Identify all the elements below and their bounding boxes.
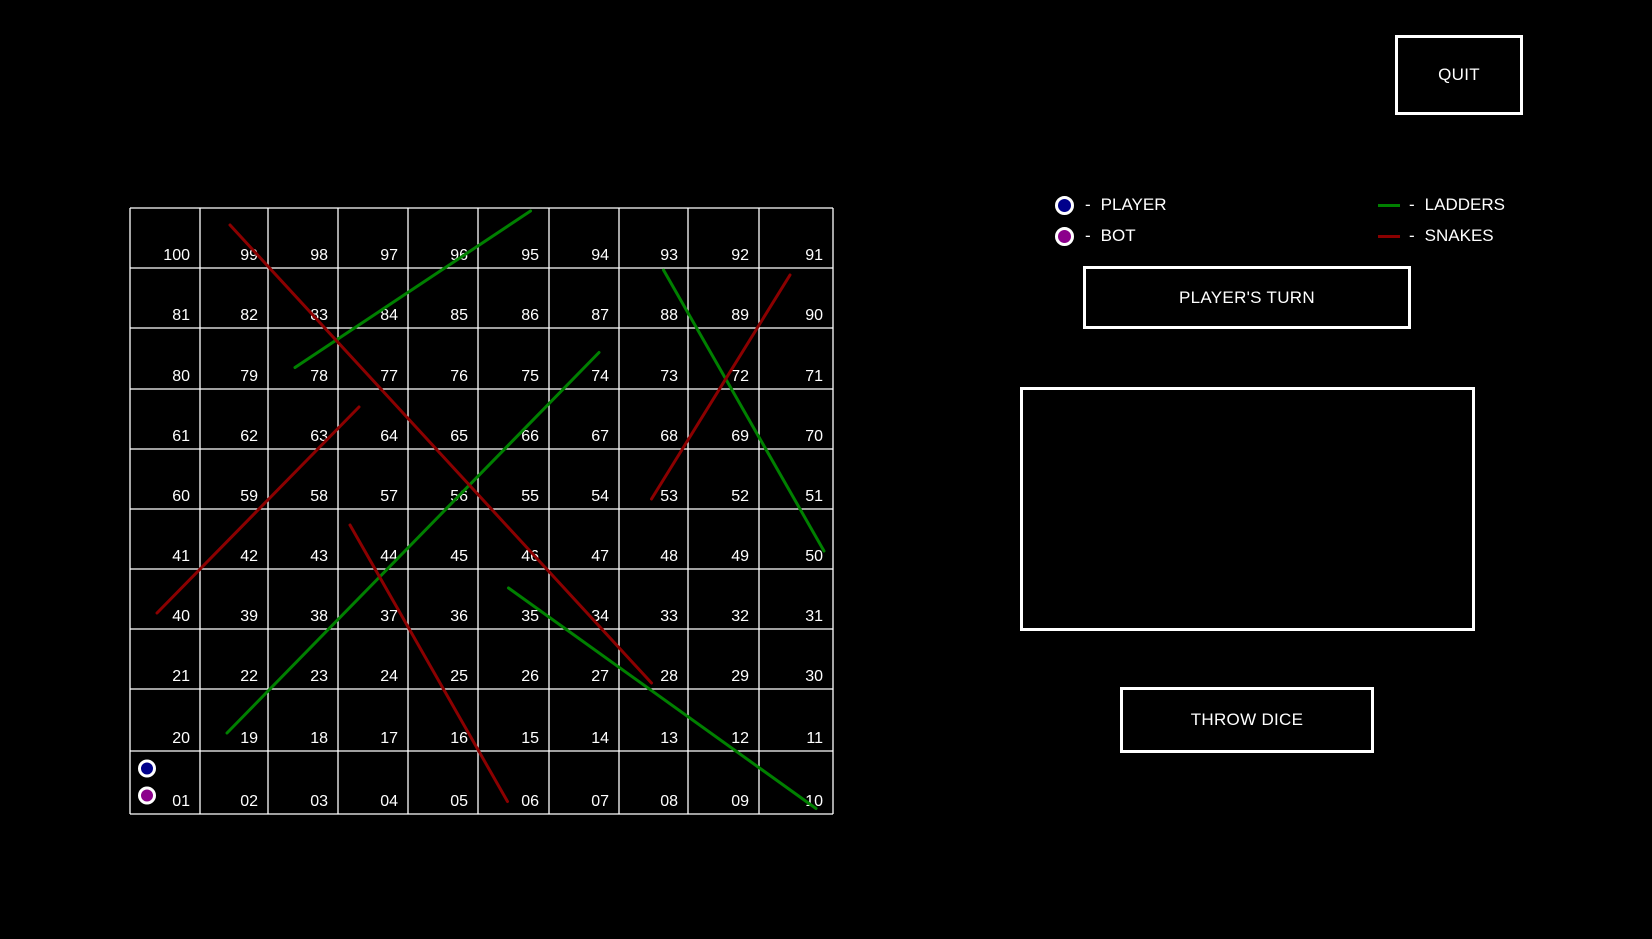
cell-number: 17	[380, 730, 398, 747]
cell-number: 79	[240, 368, 258, 385]
cell-number: 02	[240, 793, 258, 810]
cell-number: 81	[172, 307, 190, 324]
cell-number: 64	[380, 428, 398, 445]
cell-number: 68	[660, 428, 678, 445]
cell-number: 100	[163, 247, 190, 264]
game-board: 100 99 98 97 96 95 94 93 92 9181 82 83 84 85 86 87 88 89 9…	[129, 207, 834, 815]
cell-number: 32	[731, 608, 749, 625]
cell-number: 65	[450, 428, 468, 445]
cell-number: 29	[731, 668, 749, 685]
cell-number: 21	[172, 668, 190, 685]
cell-number: 50	[805, 548, 823, 565]
ladder-line	[293, 209, 532, 369]
cell-number: 58	[310, 488, 328, 505]
cell-number: 28	[660, 668, 678, 685]
cell-number: 86	[521, 307, 539, 324]
cell-number: 59	[240, 488, 258, 505]
cell-number: 91	[805, 247, 823, 264]
cell-number: 09	[731, 793, 749, 810]
cell-number: 30	[805, 668, 823, 685]
cell-number: 35	[521, 608, 539, 625]
cell-number: 20	[172, 730, 190, 747]
snake-line	[348, 523, 509, 803]
cell-number: 87	[591, 307, 609, 324]
cell-number: 40	[172, 608, 190, 625]
cell-number: 11	[806, 730, 823, 747]
cell-number: 89	[731, 307, 749, 324]
cell-number: 94	[591, 247, 609, 264]
cell-number: 54	[591, 488, 609, 505]
cell-number: 36	[450, 608, 468, 625]
cell-number: 06	[521, 793, 539, 810]
cell-number: 24	[380, 668, 398, 685]
snake-line	[228, 223, 653, 685]
cell-number: 07	[591, 793, 609, 810]
cell-number: 61	[172, 428, 190, 445]
cell-number: 70	[805, 428, 823, 445]
cell-number: 60	[172, 488, 190, 505]
cell-number: 03	[310, 793, 328, 810]
cell-number: 97	[380, 247, 398, 264]
player-token	[138, 759, 156, 778]
cell-number: 74	[591, 368, 609, 385]
cell-number: 90	[805, 307, 823, 324]
cell-number: 42	[240, 548, 258, 565]
cell-number: 53	[660, 488, 678, 505]
ladder-line	[225, 351, 601, 735]
cell-number: 14	[591, 730, 609, 747]
cell-number: 15	[521, 730, 539, 747]
cell-number: 48	[660, 548, 678, 565]
cell-number: 71	[805, 368, 823, 385]
cell-number: 04	[380, 793, 398, 810]
cell-number: 23	[310, 668, 328, 685]
cell-number: 95	[521, 247, 539, 264]
cell-number: 93	[660, 247, 678, 264]
cell-number: 37	[380, 608, 398, 625]
cell-number: 80	[172, 368, 190, 385]
cell-number: 51	[805, 488, 823, 505]
cell-number: 73	[660, 368, 678, 385]
cell-number: 45	[450, 548, 468, 565]
cell-number: 69	[731, 428, 749, 445]
cell-number: 16	[450, 730, 468, 747]
cell-number: 25	[450, 668, 468, 685]
cell-number: 82	[240, 307, 258, 324]
cell-number: 77	[380, 368, 398, 385]
cell-number: 98	[310, 247, 328, 264]
cell-number: 08	[660, 793, 678, 810]
cell-number: 52	[731, 488, 749, 505]
cell-number: 12	[731, 730, 749, 747]
cell-number: 33	[660, 608, 678, 625]
cell-number: 99	[240, 247, 258, 264]
cell-number: 72	[731, 368, 749, 385]
cell-number: 39	[240, 608, 258, 625]
bot-token	[138, 786, 156, 805]
cell-number: 67	[591, 428, 609, 445]
cell-number: 78	[310, 368, 328, 385]
cell-number: 88	[660, 307, 678, 324]
cell-number: 92	[731, 247, 749, 264]
cell-number: 05	[450, 793, 468, 810]
cell-number: 85	[450, 307, 468, 324]
cell-number: 62	[240, 428, 258, 445]
cell-number: 38	[310, 608, 328, 625]
cell-number: 75	[521, 368, 539, 385]
cell-number: 49	[731, 548, 749, 565]
cell-number: 31	[805, 608, 823, 625]
cell-number: 41	[172, 548, 190, 565]
cell-number: 19	[240, 730, 258, 747]
cell-number: 55	[521, 488, 539, 505]
cell-number: 43	[310, 548, 328, 565]
cell-number: 76	[450, 368, 468, 385]
cell-number: 18	[310, 730, 328, 747]
cell-number: 57	[380, 488, 398, 505]
cell-number: 01	[172, 793, 190, 810]
cell-number: 22	[240, 668, 258, 685]
cell-number: 47	[591, 548, 609, 565]
cell-number: 26	[521, 668, 539, 685]
cell-number: 13	[660, 730, 678, 747]
cell-number: 27	[591, 668, 609, 685]
